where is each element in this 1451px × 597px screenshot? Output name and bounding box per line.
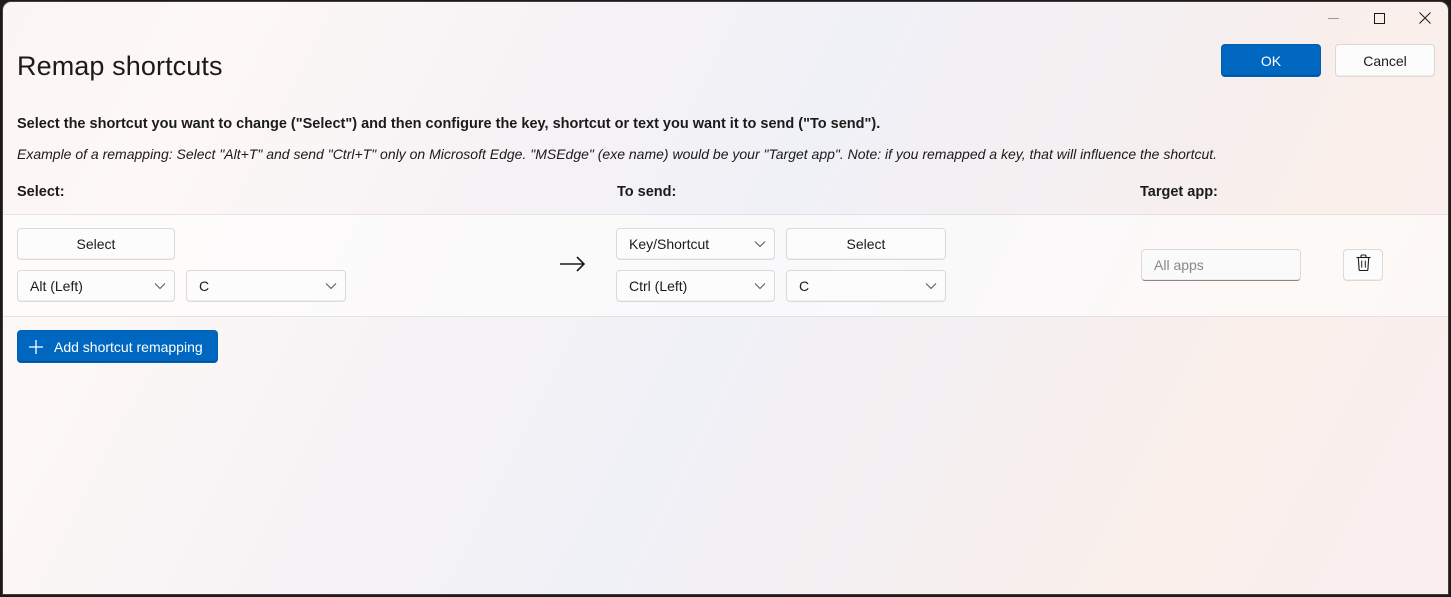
ok-button[interactable]: OK bbox=[1221, 44, 1321, 77]
chevron-down-icon bbox=[325, 282, 337, 290]
close-icon bbox=[1419, 12, 1431, 24]
maximize-icon bbox=[1374, 13, 1385, 24]
close-button[interactable] bbox=[1402, 2, 1448, 34]
destination-modifier-value: Ctrl (Left) bbox=[629, 278, 687, 294]
maximize-button[interactable] bbox=[1356, 2, 1402, 34]
chevron-down-icon bbox=[754, 240, 766, 248]
title-bar bbox=[3, 2, 1448, 34]
column-header-target-app: Target app: bbox=[1140, 184, 1218, 200]
source-key-dropdown[interactable]: C bbox=[186, 270, 346, 302]
source-modifier-value: Alt (Left) bbox=[30, 278, 83, 294]
destination-select-button[interactable]: Select bbox=[786, 228, 946, 260]
destination-type-dropdown[interactable]: Key/Shortcut bbox=[616, 228, 775, 260]
cancel-button[interactable]: Cancel bbox=[1335, 44, 1435, 77]
description-primary: Select the shortcut you want to change (… bbox=[17, 116, 880, 132]
arrow-right-icon bbox=[558, 250, 588, 278]
minimize-button[interactable] bbox=[1310, 2, 1356, 34]
source-select-button[interactable]: Select bbox=[17, 228, 175, 260]
destination-modifier-dropdown[interactable]: Ctrl (Left) bbox=[616, 270, 775, 302]
destination-type-value: Key/Shortcut bbox=[629, 236, 709, 252]
chevron-down-icon bbox=[754, 282, 766, 290]
destination-key-dropdown[interactable]: C bbox=[786, 270, 946, 302]
trash-icon bbox=[1355, 254, 1372, 277]
source-modifier-dropdown[interactable]: Alt (Left) bbox=[17, 270, 175, 302]
chevron-down-icon bbox=[925, 282, 937, 290]
delete-row-button[interactable] bbox=[1343, 249, 1383, 281]
minimize-icon bbox=[1328, 13, 1339, 24]
description-example: Example of a remapping: Select "Alt+T" a… bbox=[17, 146, 1217, 162]
target-app-input[interactable]: All apps bbox=[1141, 249, 1301, 281]
add-shortcut-remapping-button[interactable]: Add shortcut remapping bbox=[17, 330, 218, 363]
dialog-actions: OK Cancel bbox=[1221, 44, 1435, 77]
add-shortcut-remapping-label: Add shortcut remapping bbox=[54, 339, 203, 355]
target-app-placeholder: All apps bbox=[1154, 257, 1204, 273]
chevron-down-icon bbox=[154, 282, 166, 290]
column-header-to-send: To send: bbox=[617, 184, 676, 200]
remap-shortcuts-window: Remap shortcuts OK Cancel Select the sho… bbox=[3, 2, 1448, 594]
destination-key-value: C bbox=[799, 278, 809, 294]
page-title: Remap shortcuts bbox=[17, 48, 223, 84]
source-key-value: C bbox=[199, 278, 209, 294]
column-header-select: Select: bbox=[17, 184, 65, 200]
plus-icon bbox=[28, 339, 44, 355]
